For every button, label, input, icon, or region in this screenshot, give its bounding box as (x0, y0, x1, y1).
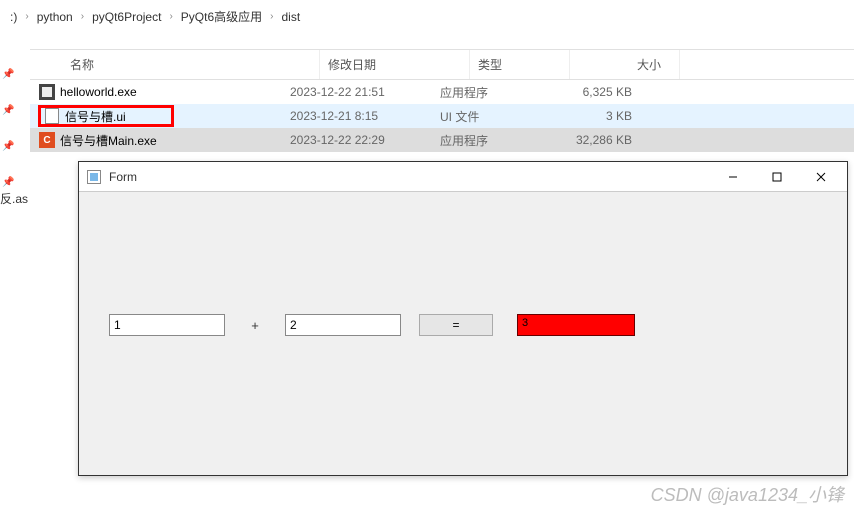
qt-form-window: Form + = 3 (78, 161, 848, 476)
chevron-right-icon: › (268, 11, 275, 22)
plus-label: + (225, 318, 285, 333)
crumb-project[interactable]: pyQt6Project (86, 8, 167, 26)
pin-icon[interactable]: 📌 (2, 128, 14, 164)
crumb-root[interactable]: :) (4, 8, 23, 26)
close-button[interactable] (799, 163, 843, 191)
form-body: + = 3 (79, 192, 847, 475)
file-date: 2023-12-22 21:51 (290, 85, 440, 99)
watermark: CSDN @java1234_小锋 (651, 481, 844, 507)
file-type: UI 文件 (440, 108, 540, 125)
file-size: 3 KB (540, 109, 650, 123)
file-date: 2023-12-21 8:15 (290, 109, 440, 123)
file-name: 信号与槽Main.exe (60, 132, 157, 149)
file-name: 信号与槽.ui (65, 108, 126, 125)
header-size[interactable]: 大小 (570, 50, 680, 79)
file-list: helloworld.exe 2023-12-22 21:51 应用程序 6,3… (30, 80, 854, 152)
pin-icon[interactable]: 📌 (2, 92, 14, 128)
maximize-button[interactable] (755, 163, 799, 191)
crumb-advanced[interactable]: PyQt6高级应用 (175, 6, 268, 27)
highlight-box: 信号与槽.ui (38, 105, 174, 127)
chevron-right-icon: › (23, 11, 30, 22)
file-row[interactable]: helloworld.exe 2023-12-22 21:51 应用程序 6,3… (30, 80, 854, 104)
breadcrumb: :) › python › pyQt6Project › PyQt6高级应用 ›… (0, 0, 854, 33)
chevron-right-icon: › (167, 11, 174, 22)
header-date[interactable]: 修改日期 (320, 50, 470, 79)
file-type: 应用程序 (440, 132, 540, 149)
header-type[interactable]: 类型 (470, 50, 570, 79)
ui-file-icon (43, 107, 61, 125)
chevron-right-icon: › (79, 11, 86, 22)
file-name: helloworld.exe (60, 85, 137, 99)
file-type: 应用程序 (440, 84, 540, 101)
pin-icon[interactable]: 📌 (2, 56, 14, 92)
calculator-row: + = 3 (109, 314, 635, 336)
exe-icon (38, 83, 56, 101)
crumb-dist[interactable]: dist (275, 8, 306, 26)
header-name[interactable]: 名称 (30, 50, 320, 79)
file-size: 6,325 KB (540, 85, 650, 99)
crumb-python[interactable]: python (31, 8, 79, 26)
window-title: Form (109, 170, 711, 184)
title-bar[interactable]: Form (79, 162, 847, 192)
file-list-header: 名称 修改日期 类型 大小 (30, 49, 854, 80)
operand2-input[interactable] (285, 314, 401, 336)
file-size: 32,286 KB (540, 133, 650, 147)
result-output: 3 (517, 314, 635, 336)
left-label: 反.as (0, 190, 28, 207)
operand1-input[interactable] (109, 314, 225, 336)
file-row[interactable]: 信号与槽.ui 2023-12-21 8:15 UI 文件 3 KB (30, 104, 854, 128)
equals-button[interactable]: = (419, 314, 493, 336)
app-icon (87, 170, 101, 184)
quick-access-pins: 📌 📌 📌 📌 (2, 56, 14, 200)
c-exe-icon: C (38, 131, 56, 149)
minimize-button[interactable] (711, 163, 755, 191)
file-date: 2023-12-22 22:29 (290, 133, 440, 147)
file-row[interactable]: C 信号与槽Main.exe 2023-12-22 22:29 应用程序 32,… (30, 128, 854, 152)
